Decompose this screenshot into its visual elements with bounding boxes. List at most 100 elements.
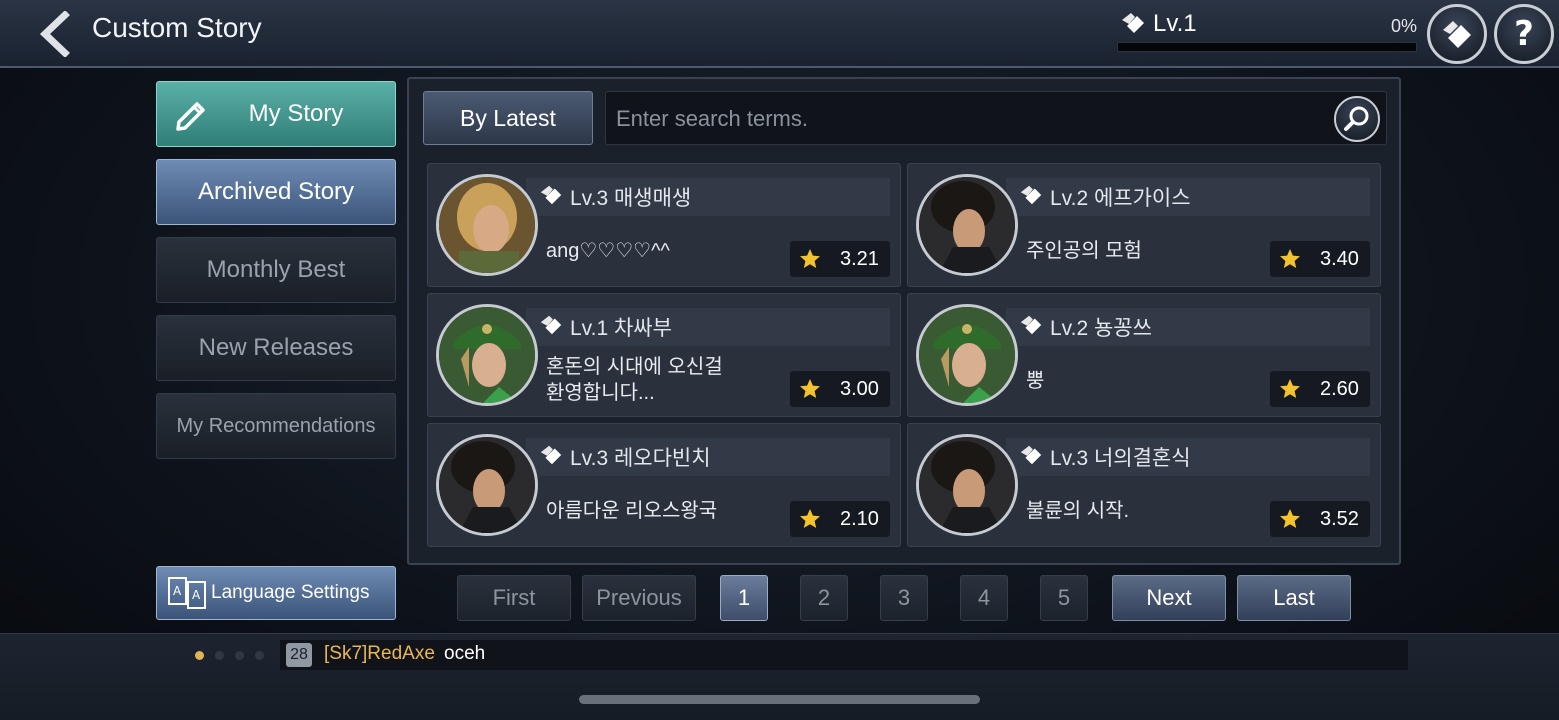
last-page-button[interactable]: Last: [1237, 575, 1351, 621]
story-author-level: Lv.2 에프가이스: [1050, 187, 1191, 210]
sidebar-item-label: Archived Story: [197, 178, 355, 205]
story-card[interactable]: Lv.3 레오다빈치아름다운 리오스왕국 2.10: [427, 423, 901, 547]
story-description: 혼돈의 시대에 오신걸 환영합니다...: [546, 354, 776, 406]
rating-value: 2.10: [840, 507, 879, 530]
story-author-level: Lv.3 레오다빈치: [570, 447, 711, 470]
chat-page-dot: [235, 651, 244, 660]
quill-pages-icon: [540, 185, 562, 205]
level-progress-bar: [1117, 42, 1417, 52]
story-card[interactable]: Lv.1 차싸부혼돈의 시대에 오신걸 환영합니다... 3.00: [427, 293, 901, 417]
page-button-2[interactable]: 2: [800, 575, 848, 621]
cards-button[interactable]: [1427, 4, 1487, 64]
rating-value: 3.21: [840, 247, 879, 270]
search-button[interactable]: [1334, 96, 1380, 142]
quill-pages-icon: [1122, 13, 1144, 33]
quill-pages-icon: [1020, 315, 1042, 335]
avatar: [916, 434, 1018, 536]
sidebar-item-my-recommendations[interactable]: My Recommendations: [156, 393, 396, 459]
rating-badge: 3.21: [790, 241, 890, 277]
svg-text:A: A: [192, 588, 201, 602]
rating-badge: 3.52: [1270, 501, 1370, 537]
star-icon: [800, 249, 820, 268]
previous-page-button[interactable]: Previous: [582, 575, 696, 621]
help-button[interactable]: ?: [1494, 4, 1554, 64]
page-button-4[interactable]: 4: [960, 575, 1008, 621]
page-button-3[interactable]: 3: [880, 575, 928, 621]
star-icon: [800, 509, 820, 528]
rating-value: 3.40: [1320, 247, 1359, 270]
search-icon: [1344, 106, 1369, 131]
last-page-label: Last: [1273, 585, 1315, 610]
cards-icon: [1443, 21, 1471, 48]
chat-message: oceh: [444, 643, 486, 664]
story-list-panel: By Latest Lv.3 매생매생 ang♡♡♡♡^^ 3.21 Lv.2 에프가…: [407, 77, 1401, 565]
search-box: [605, 91, 1387, 145]
story-description-line: 뿡: [1026, 370, 1045, 392]
rating-value: 3.52: [1320, 507, 1359, 530]
quill-pages-icon: [1020, 445, 1042, 465]
sidebar-item-label: New Releases: [198, 334, 354, 361]
story-card[interactable]: Lv.2 에프가이스주인공의 모험 3.40: [907, 163, 1381, 287]
chat-page-dot: [215, 651, 224, 660]
avatar: [916, 174, 1018, 276]
page-label: 1: [737, 585, 751, 610]
sidebar-item-label: Monthly Best: [206, 256, 346, 283]
page-button-5[interactable]: 5: [1040, 575, 1088, 621]
story-description-line: 불륜의 시작.: [1026, 500, 1130, 522]
sidebar-item-label: My Story: [248, 100, 344, 127]
sort-label: By Latest: [460, 104, 556, 131]
chevron-left-icon: [39, 11, 70, 57]
story-author-level: Lv.1 차싸부: [570, 317, 672, 340]
quill-pages-icon: [540, 315, 562, 335]
page-label: 3: [897, 585, 911, 610]
sidebar-item-label: My Recommendations: [176, 414, 376, 437]
story-description: 주인공의 모험: [1026, 238, 1256, 264]
story-description-line: 주인공의 모험: [1026, 240, 1142, 262]
rating-badge: 2.10: [790, 501, 890, 537]
avatar: [436, 434, 538, 536]
chat-page-dot: [255, 651, 264, 660]
avatar: [436, 304, 538, 406]
story-description-line: 아름다운 리오스왕국: [546, 500, 718, 522]
chat-level-badge: 28: [286, 643, 312, 667]
quill-pages-icon: [1020, 185, 1042, 205]
story-description: 불륜의 시작.: [1026, 498, 1256, 524]
rating-value: 3.00: [840, 377, 879, 400]
story-author-level: Lv.3 매생매생: [570, 187, 692, 210]
page-label: 5: [1057, 585, 1071, 610]
sort-button[interactable]: By Latest: [423, 91, 593, 145]
page-title: Custom Story: [92, 12, 262, 43]
sidebar-item-new-releases[interactable]: New Releases: [156, 315, 396, 381]
chat-page-dot: [195, 651, 204, 660]
top-bar: Custom Story Lv.1 0% ?: [0, 0, 1559, 68]
rating-badge: 3.00: [790, 371, 890, 407]
question-icon: ?: [1514, 14, 1534, 54]
quill-pages-icon: [540, 445, 562, 465]
sidebar-item-my-story[interactable]: My Story: [156, 81, 396, 147]
language-icon: A A: [168, 577, 206, 609]
story-author-level: Lv.3 너의결혼식: [1050, 447, 1191, 470]
story-author-level: Lv.2 뇽꽁쓰: [1050, 317, 1152, 340]
story-card[interactable]: Lv.2 뇽꽁쓰뿡 2.60: [907, 293, 1381, 417]
search-input[interactable]: [616, 100, 1316, 138]
story-card[interactable]: Lv.3 너의결혼식불륜의 시작. 3.52: [907, 423, 1381, 547]
star-icon: [800, 379, 820, 398]
chat-bar[interactable]: 28 [Sk7]RedAxe oceh: [0, 633, 1559, 720]
sidebar-item-archived-story[interactable]: Archived Story: [156, 159, 396, 225]
first-page-button[interactable]: First: [457, 575, 571, 621]
next-page-button[interactable]: Next: [1112, 575, 1226, 621]
language-settings-button[interactable]: A A Language Settings: [156, 566, 396, 620]
rating-badge: 2.60: [1270, 371, 1370, 407]
page-button-1[interactable]: 1: [720, 575, 768, 621]
sidebar-item-monthly-best[interactable]: Monthly Best: [156, 237, 396, 303]
back-button[interactable]: [34, 10, 74, 58]
page-label: 2: [817, 585, 831, 610]
svg-text:A: A: [173, 584, 182, 598]
star-icon: [1280, 379, 1300, 398]
level-label: Lv.1: [1153, 10, 1197, 37]
player-level: Lv.1 0%: [1117, 8, 1417, 54]
level-progress-text: 0%: [1390, 16, 1417, 36]
story-card[interactable]: Lv.3 매생매생 ang♡♡♡♡^^ 3.21: [427, 163, 901, 287]
rating-badge: 3.40: [1270, 241, 1370, 277]
star-icon: [1280, 509, 1300, 528]
